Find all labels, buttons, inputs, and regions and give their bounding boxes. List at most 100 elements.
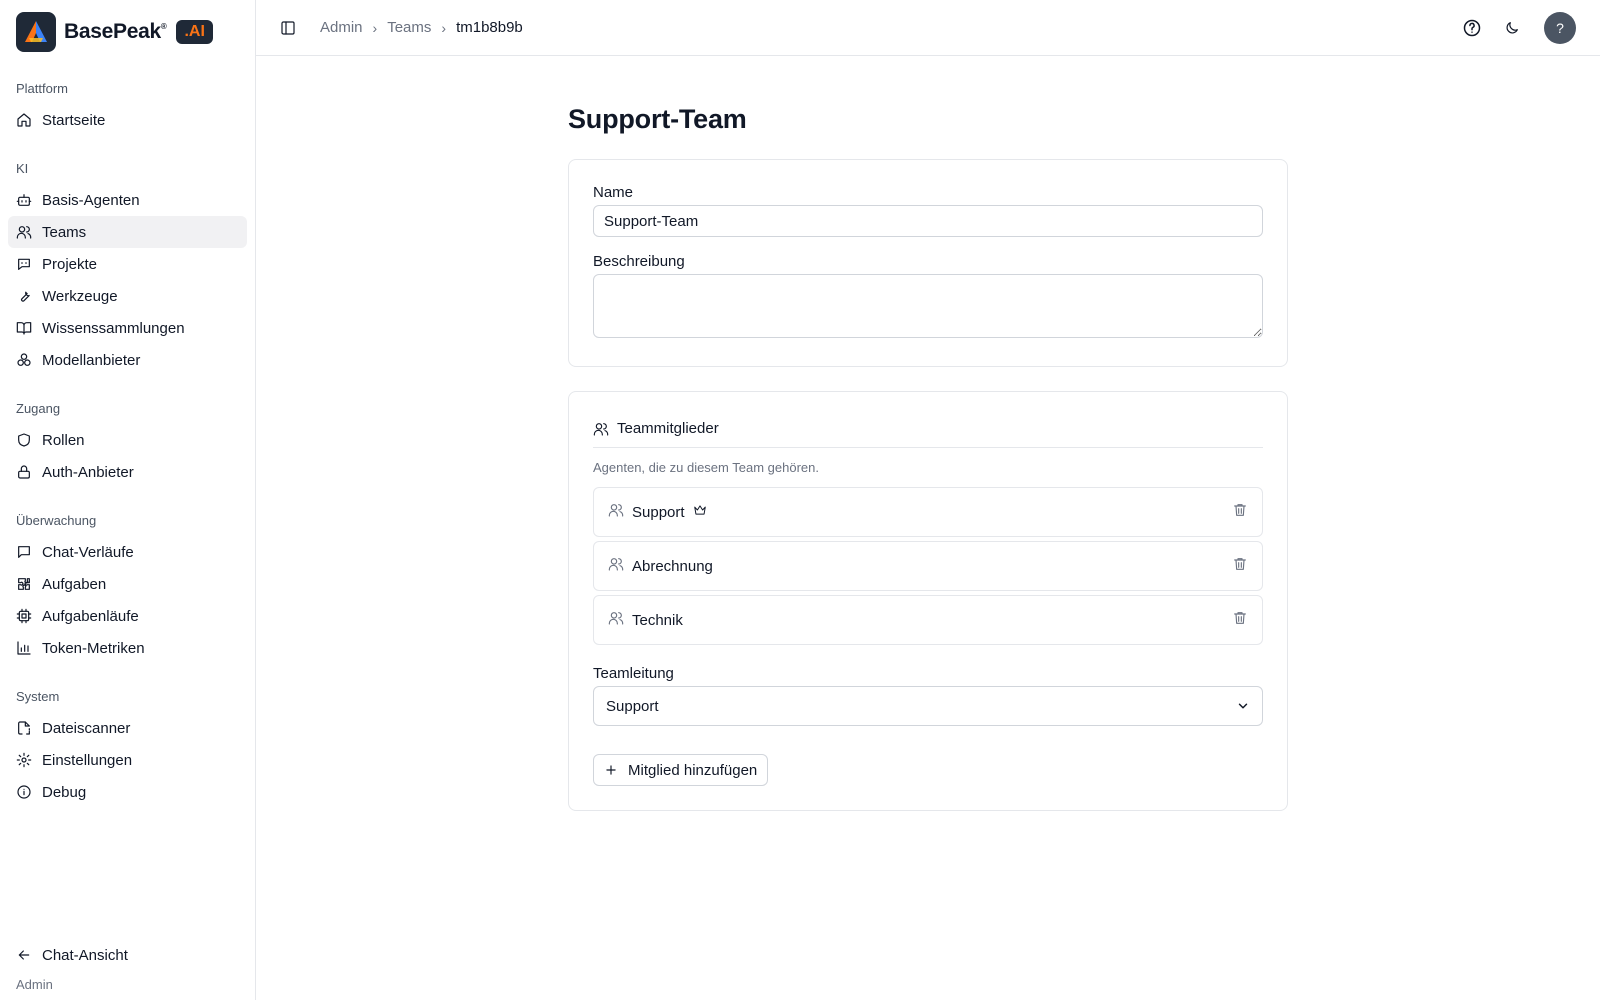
sidebar-item-dateiscanner[interactable]: Dateiscanner — [8, 712, 247, 744]
sidebar-item-label: Chat-Verläufe — [42, 543, 134, 561]
sidebar-item-aufgaben[interactable]: Aufgaben — [8, 568, 247, 600]
message-bot-icon — [18, 258, 30, 270]
sidebar-item-label: Basis-Agenten — [42, 191, 140, 209]
brand[interactable]: BasePeak® .AI — [0, 0, 255, 64]
sidebar-item-wissenssammlungen[interactable]: Wissenssammlungen — [8, 312, 247, 344]
moon-icon — [1506, 21, 1518, 33]
add-member-button[interactable]: Mitglied hinzufügen — [593, 754, 769, 786]
team-lead-field-group: Teamleitung Support — [593, 665, 1263, 726]
members-title: Teammitglieder — [617, 420, 719, 437]
chevron-right-icon: › — [441, 19, 447, 36]
sidebar-item-label: Debug — [42, 783, 87, 801]
name-input[interactable] — [593, 205, 1263, 237]
chevron-right-icon: › — [372, 19, 378, 36]
crown-icon — [693, 503, 707, 521]
lock-icon — [18, 465, 30, 479]
message-square-icon — [18, 546, 30, 558]
team-details-card: Name Beschreibung — [568, 159, 1288, 367]
home-icon — [17, 113, 31, 127]
panel-left-icon — [281, 20, 295, 35]
nav-group-label: Zugang — [16, 400, 61, 416]
book-open-icon — [16, 322, 32, 335]
users-icon — [608, 502, 624, 522]
users-icon — [593, 422, 609, 436]
sidebar-toggle-button[interactable] — [272, 12, 304, 44]
sidebar-item-basis-agenten[interactable]: Basis-Agenten — [8, 184, 247, 216]
team-members-card: Teammitglieder Agenten, die zu diesem Te… — [568, 391, 1288, 811]
sidebar-item-label: Token-Metriken — [42, 639, 145, 657]
wrench-icon — [21, 291, 30, 302]
content: Support-Team Name Beschreibung Teammitgl… — [568, 56, 1288, 835]
sidebar-item-debug[interactable]: Debug — [8, 776, 247, 808]
sidebar-item-modellanbieter[interactable]: Modellanbieter — [8, 344, 247, 376]
team-lead-label: Teamleitung — [593, 665, 674, 682]
sidebar-item-einstellungen[interactable]: Einstellungen — [8, 744, 247, 776]
shield-icon — [18, 433, 30, 447]
settings-icon — [16, 752, 32, 768]
sidebar-item-chat-verlaeufe[interactable]: Chat-Verläufe — [8, 536, 247, 568]
topbar: Admin › Teams › tm1b8b9b ? — [256, 0, 1600, 56]
page-title: Support-Team — [568, 104, 747, 134]
sidebar-item-startseite[interactable]: Startseite — [8, 104, 247, 136]
sidebar-item-auth-anbieter[interactable]: Auth-Anbieter — [8, 456, 247, 488]
nav-group-label: Plattform — [16, 80, 69, 96]
sidebar-item-label: Teams — [42, 223, 87, 241]
members-header: Teammitglieder — [593, 416, 1263, 448]
puzzle-icon — [18, 578, 30, 590]
description-textarea[interactable] — [593, 274, 1263, 338]
users-icon — [608, 556, 624, 576]
sidebar-item-label: Startseite — [42, 111, 106, 129]
description-label: Beschreibung — [593, 253, 685, 270]
name-field-group: Name — [593, 184, 1263, 237]
sidebar-item-werkzeuge[interactable]: Werkzeuge — [8, 280, 247, 312]
delete-member-button[interactable] — [1232, 556, 1248, 576]
users-icon — [16, 226, 32, 239]
bot-icon — [16, 194, 32, 206]
help-button[interactable] — [1456, 12, 1488, 44]
breadcrumb-current: tm1b8b9b — [456, 19, 523, 36]
sidebar-item-label: Werkzeuge — [42, 287, 118, 305]
logo-icon — [16, 12, 56, 52]
sidebar-item-label: Wissenssammlungen — [42, 319, 185, 337]
nav-group-system: System Dateiscanner Einstellungen Debug — [8, 680, 247, 808]
members-description: Agenten, die zu diesem Team gehören. — [593, 460, 819, 475]
breadcrumb-teams[interactable]: Teams — [387, 19, 431, 36]
member-name: Technik — [632, 611, 683, 629]
chevron-down-icon — [1238, 703, 1248, 709]
avatar[interactable]: ? — [1544, 11, 1576, 44]
sidebar-item-rollen[interactable]: Rollen — [8, 424, 247, 456]
name-label: Name — [593, 184, 634, 201]
theme-toggle-button[interactable] — [1496, 12, 1528, 44]
delete-member-button[interactable] — [1232, 610, 1248, 630]
delete-member-button[interactable] — [1232, 502, 1248, 522]
nav-group-label: System — [16, 688, 60, 704]
breadcrumb-admin[interactable]: Admin — [320, 19, 363, 36]
sidebar-item-label: Auth-Anbieter — [42, 463, 134, 481]
member-name: Support — [632, 503, 685, 521]
trash-icon — [1234, 558, 1246, 570]
help-circle-icon — [1463, 19, 1481, 36]
trash-icon — [1234, 612, 1246, 624]
sidebar-item-label: Modellanbieter — [42, 351, 141, 369]
file-scan-icon — [18, 721, 30, 735]
sidebar: BasePeak® .AI Plattform Startseite KI Ba… — [0, 0, 256, 1000]
member-name: Abrechnung — [632, 557, 713, 575]
nav-group-plattform: Plattform Startseite — [8, 72, 247, 136]
sidebar-item-projekte[interactable]: Projekte — [8, 248, 247, 280]
chat-view-label: Chat-Ansicht — [42, 946, 128, 964]
sidebar-item-teams[interactable]: Teams — [8, 216, 247, 248]
member-row: Technik — [593, 595, 1263, 645]
sidebar-item-token-metriken[interactable]: Token-Metriken — [8, 632, 247, 664]
sidebar-item-aufgabenlaeufe[interactable]: Aufgabenläufe — [8, 600, 247, 632]
team-lead-select[interactable]: Support — [593, 686, 1263, 726]
member-row: Abrechnung — [593, 541, 1263, 591]
sidebar-item-label: Aufgabenläufe — [42, 607, 139, 625]
brand-name: BasePeak® — [64, 20, 167, 43]
nav-group-label: KI — [16, 160, 29, 176]
sidebar-footer: Chat-Ansicht Admin — [8, 939, 247, 993]
sidebar-item-label: Einstellungen — [42, 751, 133, 769]
chat-view-link[interactable]: Chat-Ansicht — [8, 939, 247, 971]
trash-icon — [1234, 504, 1246, 516]
user-role: Admin — [16, 977, 53, 992]
nav-group-zugang: Zugang Rollen Auth-Anbieter — [8, 392, 247, 488]
